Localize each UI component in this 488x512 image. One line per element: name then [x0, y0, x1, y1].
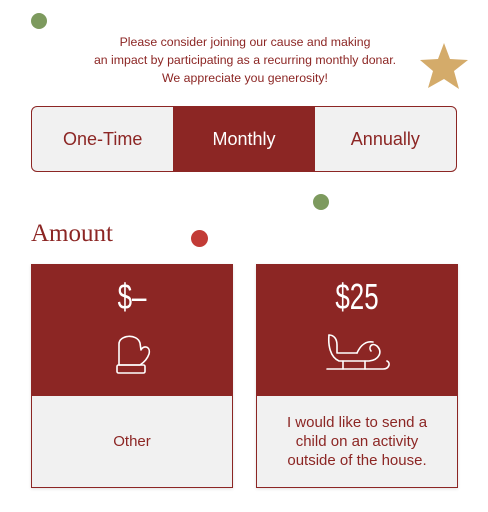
- card-description: Other: [113, 433, 151, 450]
- decorative-green-dot: [313, 194, 329, 210]
- card-header: $25: [257, 265, 457, 396]
- amount-value: $–: [117, 276, 147, 317]
- mitten-icon: [32, 327, 232, 379]
- sleigh-icon: [257, 327, 457, 379]
- tab-one-time[interactable]: One-Time: [32, 107, 173, 171]
- frequency-selector: One-Time Monthly Annually: [31, 106, 457, 172]
- decorative-green-dot: [31, 13, 47, 29]
- amount-card-25[interactable]: $25 I would like to send a child on an a…: [256, 264, 458, 488]
- intro-message: Please consider joining our cause and ma…: [93, 35, 397, 85]
- tab-monthly[interactable]: Monthly: [173, 107, 315, 171]
- card-description: I would like to send a child on an activ…: [286, 414, 428, 469]
- tab-annually[interactable]: Annually: [315, 107, 456, 171]
- amount-card-other[interactable]: $– Other: [31, 264, 233, 488]
- amount-value: $25: [335, 276, 379, 317]
- card-header: $–: [32, 265, 232, 396]
- amount-heading: Amount: [31, 220, 113, 247]
- decorative-red-dot: [191, 230, 208, 247]
